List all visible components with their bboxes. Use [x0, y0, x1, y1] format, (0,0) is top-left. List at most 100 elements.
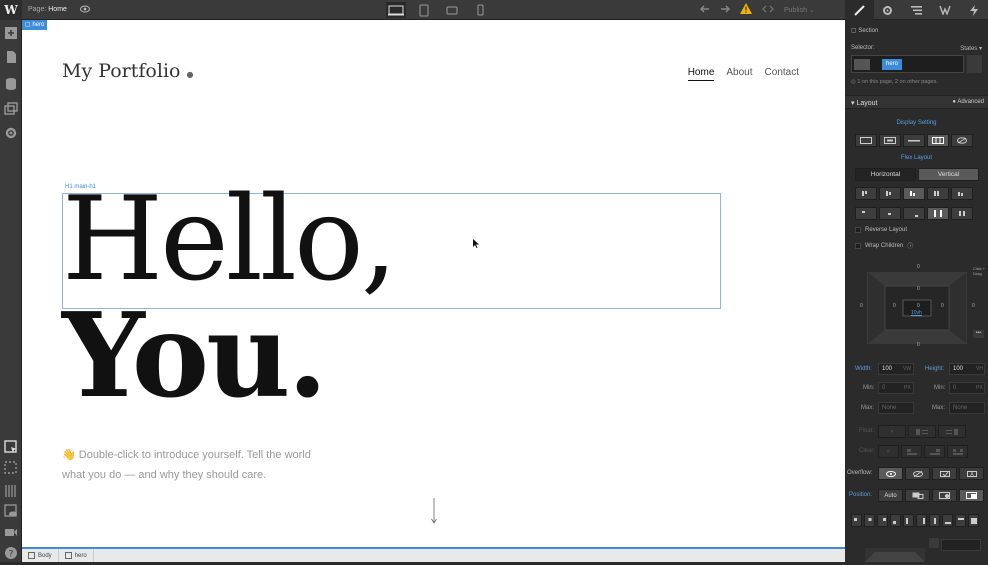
padding-top-value[interactable]: 0	[917, 286, 920, 292]
selector-field[interactable]: hero	[851, 55, 964, 73]
preset-top-right-icon[interactable]	[877, 514, 888, 527]
z-index-icon[interactable]	[929, 538, 939, 548]
project-settings-gear-icon[interactable]	[4, 126, 18, 140]
display-flex-icon[interactable]	[927, 134, 949, 147]
margin-left-value[interactable]: 0	[860, 303, 863, 309]
clear-none-icon[interactable]: ✕	[878, 445, 899, 458]
clear-left-icon[interactable]	[901, 445, 922, 458]
scroll-down-arrow-icon[interactable]	[431, 498, 437, 529]
preset-left-icon[interactable]	[903, 514, 914, 527]
breadcrumb-item-hero[interactable]: hero	[59, 549, 94, 562]
width-unit[interactable]: VW	[903, 366, 911, 372]
more-options-icon[interactable]: •••	[973, 330, 984, 338]
reverse-layout-checkbox[interactable]: Reverse Layout	[855, 227, 907, 233]
select-tool-icon[interactable]	[4, 440, 18, 454]
class-tag-hero[interactable]: hero	[882, 59, 903, 70]
max-height-input[interactable]: None	[949, 402, 985, 414]
video-tutorials-icon[interactable]	[4, 525, 18, 539]
align-end-icon[interactable]	[903, 187, 925, 200]
help-icon[interactable]: ?	[4, 546, 18, 560]
pages-icon[interactable]	[4, 50, 18, 64]
interactions-bolt-icon[interactable]	[959, 0, 988, 20]
main-heading[interactable]: Hello, You.	[62, 182, 398, 415]
display-inline-icon[interactable]	[903, 134, 925, 147]
design-canvas[interactable]: ▢ hero My Portfolio ● Home About Contact…	[22, 20, 845, 547]
justify-start-icon[interactable]	[855, 207, 877, 220]
overflow-visible-eye-icon[interactable]	[878, 467, 903, 480]
overflow-auto-icon[interactable]: A	[959, 467, 984, 480]
mobile-portrait-icon[interactable]	[470, 2, 490, 18]
justify-between-icon[interactable]	[927, 207, 949, 220]
webflow-logo[interactable]: W	[0, 0, 22, 20]
direction-horizontal[interactable]: Horizontal	[855, 168, 916, 181]
code-icon[interactable]	[762, 5, 774, 15]
align-center-icon[interactable]	[879, 187, 901, 200]
publish-button[interactable]: Publish ⌄	[784, 6, 815, 14]
preset-top-icon[interactable]	[864, 514, 875, 527]
preset-full-icon[interactable]	[955, 514, 966, 527]
preset-bottom-icon[interactable]	[942, 514, 953, 527]
nav-link-home[interactable]: Home	[687, 67, 715, 81]
margin-bottom-value[interactable]: 0	[917, 342, 920, 348]
height-unit[interactable]: VH	[976, 366, 983, 372]
wrap-children-checkbox[interactable]: Wrap Children ⓘ	[855, 241, 913, 250]
breadcrumb-item-body[interactable]: Body	[22, 549, 59, 562]
symbols-icon[interactable]	[931, 0, 960, 20]
assets-icon[interactable]	[4, 102, 18, 116]
add-element-icon[interactable]	[4, 26, 18, 40]
states-dropdown[interactable]: States ▾	[960, 45, 982, 52]
padding-right-value[interactable]: 0	[941, 303, 944, 309]
justify-center-icon[interactable]	[879, 207, 901, 220]
position-auto[interactable]: Auto	[878, 489, 903, 502]
float-left-icon[interactable]	[908, 425, 936, 438]
navigator-icon[interactable]	[902, 0, 931, 20]
margin-top-value[interactable]: 0	[917, 264, 920, 270]
position-fixed-icon[interactable]	[959, 489, 984, 502]
padding-left-value[interactable]: 0	[893, 303, 896, 309]
overflow-hidden-icon[interactable]	[905, 467, 930, 480]
display-none-eye-icon[interactable]	[951, 134, 973, 147]
settings-gear-icon[interactable]	[874, 0, 903, 20]
min-width-unit[interactable]: PX	[904, 385, 911, 391]
nav-link-contact[interactable]: Contact	[765, 67, 799, 81]
nav-link-about[interactable]: About	[726, 67, 752, 81]
warning-icon[interactable]	[740, 3, 752, 16]
position-relative-icon[interactable]	[905, 489, 930, 502]
cms-database-icon[interactable]	[4, 77, 18, 91]
align-baseline-icon[interactable]	[951, 187, 973, 200]
grid-overlay-icon[interactable]	[4, 484, 18, 498]
justify-end-icon[interactable]	[903, 207, 925, 220]
min-height-unit[interactable]: PX	[976, 385, 983, 391]
direction-vertical[interactable]: Vertical	[918, 168, 979, 181]
margin-right-value[interactable]: 0	[972, 303, 975, 309]
justify-around-icon[interactable]	[951, 207, 973, 220]
tablet-view-icon[interactable]	[414, 2, 434, 18]
redo-icon[interactable]	[720, 5, 730, 15]
mobile-landscape-icon[interactable]	[442, 2, 462, 18]
preset-bottom-left-icon[interactable]	[890, 514, 901, 527]
preview-mode-icon[interactable]	[4, 504, 18, 518]
selected-element-tag[interactable]: ▢ hero	[22, 20, 48, 30]
preset-center-icon[interactable]	[929, 514, 940, 527]
selector-menu-icon[interactable]	[967, 55, 982, 73]
display-inline-block-icon[interactable]	[879, 134, 901, 147]
position-offset-diagram[interactable]	[865, 548, 925, 562]
element-edges-icon[interactable]	[4, 461, 18, 475]
align-start-icon[interactable]	[855, 187, 877, 200]
page-switcher[interactable]: Page: Home	[28, 6, 67, 13]
padding-bottom-value[interactable]: 10vh	[911, 310, 922, 316]
site-brand[interactable]: My Portfolio ●	[62, 60, 194, 82]
layout-section-header[interactable]: ▾ Layout ● Advanced	[845, 95, 988, 109]
display-block-icon[interactable]	[855, 134, 877, 147]
help-circle-icon[interactable]: ⓘ	[907, 241, 913, 250]
float-right-icon[interactable]	[938, 425, 966, 438]
float-none-icon[interactable]: ✕	[878, 425, 906, 438]
clear-right-icon[interactable]	[924, 445, 945, 458]
preview-eye-icon[interactable]	[80, 5, 90, 15]
preset-right-icon[interactable]	[916, 514, 927, 527]
z-index-input[interactable]	[941, 539, 981, 551]
align-stretch-icon[interactable]	[927, 187, 949, 200]
clear-both-icon[interactable]	[947, 445, 968, 458]
overflow-scroll-icon[interactable]	[932, 467, 957, 480]
undo-icon[interactable]	[700, 5, 710, 15]
